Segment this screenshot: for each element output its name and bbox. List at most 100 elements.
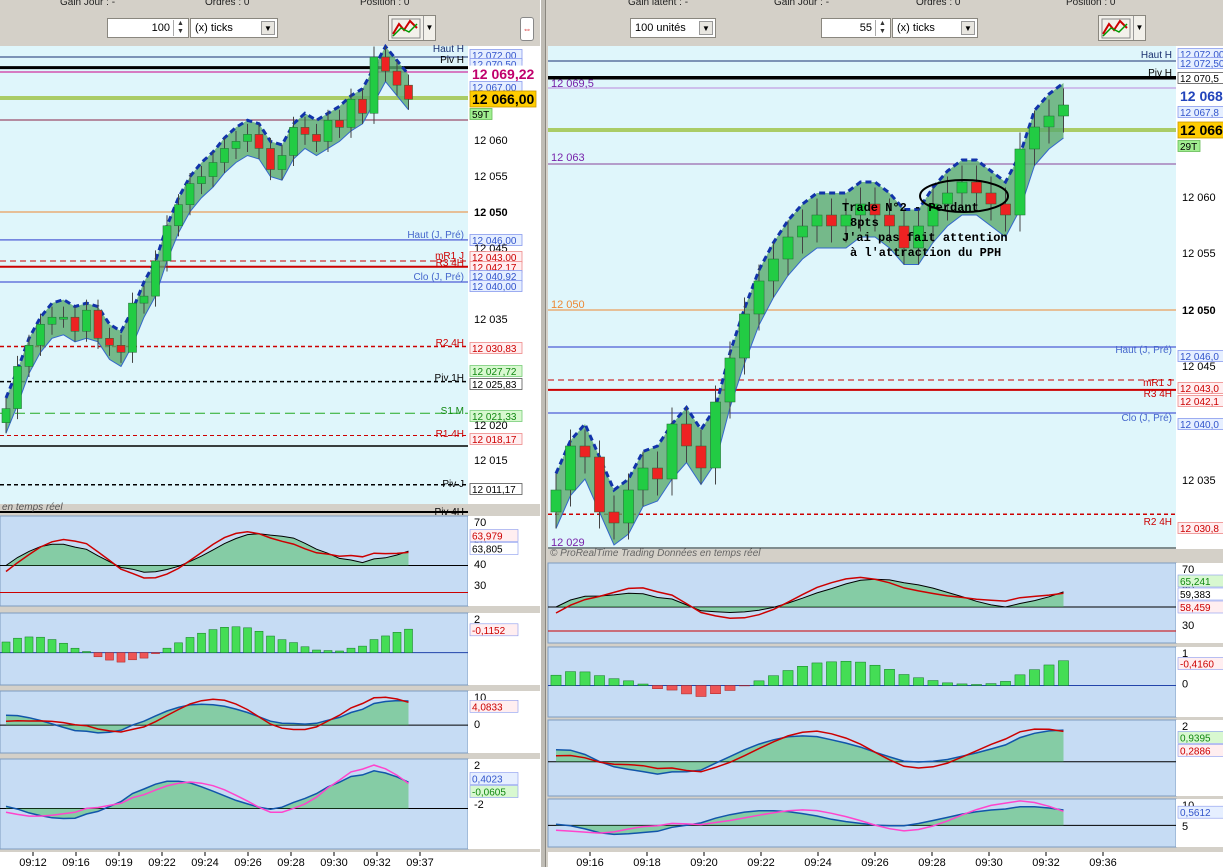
indicator-value-label: -0,0605 — [472, 788, 506, 799]
price-tag-label: 12 066 — [1180, 122, 1223, 138]
time-tick-label: 09:16 — [62, 857, 90, 867]
histogram-bar — [312, 649, 321, 653]
level-value-label: 12 069,5 — [551, 78, 594, 90]
trade-annotation: Trade N°2 - Perdant 8pts J'ai pas fait a… — [842, 201, 1008, 261]
indicator-value-label: 63,979 — [472, 532, 503, 543]
histogram-bar — [797, 666, 808, 686]
candle-body — [637, 467, 649, 491]
price-tick-label: 12 055 — [1182, 248, 1216, 260]
candle-body — [93, 309, 103, 339]
candle-body — [550, 489, 562, 513]
indicator-value-label: 58,459 — [1180, 603, 1211, 614]
histogram-bar — [855, 661, 866, 686]
histogram-bar — [623, 680, 634, 686]
left-chart-canvas[interactable]: Haut HPiv HHaut (J, Pré)mR1 JR3 4HClo (J… — [0, 0, 540, 867]
price-tick-label: 12 035 — [1182, 475, 1216, 487]
price-tick-label: 12 050 — [1182, 305, 1216, 317]
level-label: Piv J — [442, 479, 464, 490]
candle-body — [724, 357, 736, 403]
candle-body — [151, 260, 160, 297]
right-chart-canvas[interactable]: Haut H Piv H Haut (J, Pré) mR1 JR3 4H Clo (J… — [546, 0, 1223, 867]
indicator-tick-label: -2 — [474, 799, 484, 811]
level-label: Clo (J, Pré) — [1121, 413, 1172, 424]
price-tag-label: 12 069,22 — [472, 66, 534, 82]
level-label: S1 M — [441, 406, 464, 417]
level-label: mR1 J — [1143, 378, 1172, 389]
histogram-bar — [70, 647, 80, 653]
histogram-bar — [753, 680, 765, 686]
price-tick-label: 12 050 — [474, 207, 508, 219]
candle-body — [623, 489, 634, 524]
indicator-tick-label: 5 — [1182, 821, 1188, 833]
histogram-bar — [1, 641, 11, 653]
time-tick-label: 09:18 — [633, 857, 661, 867]
price-tick-label: 12 035 — [474, 314, 508, 326]
time-tick-label: 09:26 — [861, 857, 889, 867]
histogram-bar — [139, 652, 149, 659]
indicator-tick-label: 30 — [1182, 620, 1194, 632]
price-tag-label: 12 030,8 — [1180, 524, 1219, 535]
histogram-bar — [197, 632, 206, 653]
histogram-bar — [335, 650, 344, 653]
price-tag-label: 12 042,1 — [1180, 397, 1219, 408]
candle-body — [254, 134, 264, 149]
histogram-bar — [898, 674, 910, 686]
time-tick-label: 09:37 — [406, 857, 434, 867]
candle-body — [139, 295, 149, 304]
candle-body — [116, 345, 126, 353]
level-label: Haut (J, Pré) — [407, 230, 464, 241]
candle-body — [82, 309, 91, 332]
histogram-bar — [289, 642, 298, 653]
histogram-bar — [220, 627, 229, 653]
histogram-bar — [300, 646, 310, 653]
histogram-bar — [13, 637, 22, 653]
histogram-bar — [369, 639, 379, 653]
candle-body — [666, 423, 678, 480]
indicator-tick-label: 70 — [1182, 564, 1194, 576]
indicator-value-label: 4,0833 — [472, 702, 503, 713]
histogram-bar — [323, 650, 333, 653]
histogram-bar — [550, 674, 562, 686]
histogram-bar — [681, 685, 692, 695]
time-tick-label: 09:32 — [1032, 857, 1060, 867]
histogram-bar — [254, 630, 264, 653]
price-tag-label: 12 043,0 — [1180, 384, 1219, 395]
candle-body — [1029, 126, 1040, 150]
level-label: Clo (J, Pré) — [413, 272, 464, 283]
histogram-bar — [1029, 669, 1040, 686]
histogram-bar — [637, 683, 649, 686]
candle-body — [174, 204, 183, 227]
candle-body — [300, 127, 310, 135]
histogram-bar — [666, 685, 678, 691]
candle-body — [768, 258, 779, 282]
histogram-bar — [404, 628, 413, 653]
histogram-bar — [826, 661, 837, 686]
level-label: Haut H — [433, 44, 464, 55]
histogram-bar — [942, 682, 953, 686]
indicator-value-label: -0,4160 — [1180, 660, 1214, 671]
histogram-bar — [82, 651, 91, 653]
level-label: R2 4H — [436, 338, 464, 349]
histogram-bar — [116, 652, 126, 663]
candle-body — [231, 141, 241, 149]
candle-body — [369, 56, 379, 114]
histogram-bar — [358, 645, 367, 653]
candle-body — [197, 176, 206, 184]
candle-body — [404, 84, 413, 100]
time-tick-label: 09:32 — [363, 857, 391, 867]
indicator-value-label: -0,1152 — [472, 626, 506, 637]
histogram-bar — [840, 660, 852, 686]
price-tag-label: 12 068 — [1180, 88, 1223, 104]
histogram-bar — [594, 675, 605, 686]
candle-body — [594, 456, 605, 513]
histogram-bar — [24, 636, 34, 653]
level-label: Haut H — [1141, 50, 1172, 61]
histogram-bar — [695, 685, 707, 697]
level-label: Piv 1H — [435, 373, 464, 384]
histogram-bar — [811, 662, 823, 686]
candle-body — [335, 120, 344, 128]
price-tag-label: 12 040,00 — [472, 282, 517, 293]
candle-body — [681, 423, 692, 447]
price-tick-label: 12 045 — [1182, 361, 1216, 373]
annotation-line-2: 8pts — [850, 216, 879, 230]
